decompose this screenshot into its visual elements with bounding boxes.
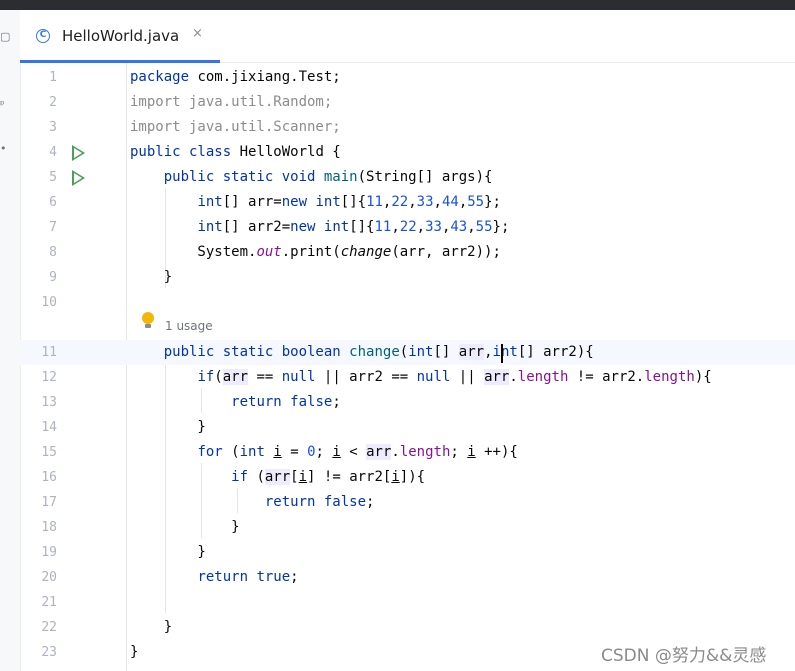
line-number: 20 xyxy=(41,570,57,585)
line-number: 11 xyxy=(41,345,57,360)
line-number: 10 xyxy=(41,295,57,310)
tab-title[interactable]: HelloWorld.java xyxy=(62,27,179,45)
code-line-current[interactable]: 11 public static boolean change(int[] ar… xyxy=(20,340,795,365)
line-number: 9 xyxy=(49,270,57,285)
code-line[interactable]: 1 package com.jixiang.Test; xyxy=(20,65,795,90)
code-line[interactable]: 13 return false; xyxy=(20,390,795,415)
line-number: 23 xyxy=(41,645,57,660)
more-icon[interactable]: • xyxy=(0,142,7,155)
text-caret xyxy=(501,344,503,363)
code-line[interactable]: 10 xyxy=(20,290,795,315)
tab-helloworld-java[interactable]: C HelloWorld.java × xyxy=(20,10,220,63)
watermark: CSDN @努力&&灵感 xyxy=(601,646,767,666)
line-number: 13 xyxy=(41,395,57,410)
code-text: int[] arr2=new int[]{11,22,33,43,55}; xyxy=(197,219,510,235)
line-number: 8 xyxy=(49,245,57,260)
code-line[interactable]: 18 } xyxy=(20,515,795,540)
tool-window-strip: ▢ ᵖ • xyxy=(0,10,21,671)
line-number: 5 xyxy=(49,170,57,185)
run-main-icon[interactable] xyxy=(72,170,85,186)
code-line[interactable]: 19 } xyxy=(20,540,795,565)
code-line[interactable]: 6 int[] arr=new int[]{11,22,33,44,55}; xyxy=(20,190,795,215)
line-number: 17 xyxy=(41,495,57,510)
code-text: import java.util.Random; xyxy=(130,94,333,110)
code-editor[interactable]: 1 package com.jixiang.Test; 2 import jav… xyxy=(20,63,795,671)
code-text: return true; xyxy=(197,569,299,585)
code-text: public static void main(String[] args){ xyxy=(163,169,493,185)
code-line[interactable]: 21 xyxy=(20,590,795,615)
line-number: 6 xyxy=(49,195,57,210)
code-text: int[] arr=new int[]{11,22,33,44,55}; xyxy=(197,194,501,210)
code-text: } xyxy=(130,269,173,285)
lightbulb-icon[interactable] xyxy=(142,312,154,324)
code-text: public class HelloWorld { xyxy=(130,144,341,160)
line-number: 19 xyxy=(41,545,57,560)
code-line[interactable]: 2 import java.util.Random; xyxy=(20,90,795,115)
code-line[interactable]: 7 int[] arr2=new int[]{11,22,33,43,55}; xyxy=(20,215,795,240)
code-text: } xyxy=(130,419,206,435)
line-number: 21 xyxy=(41,595,57,610)
code-line[interactable]: 3 import java.util.Scanner; xyxy=(20,115,795,140)
code-line[interactable]: 12 if(arr == null || arr2 == null || arr… xyxy=(20,365,795,390)
code-line[interactable]: 17 return false; xyxy=(20,490,795,515)
code-line[interactable]: 9 } xyxy=(20,265,795,290)
code-text: package com.jixiang.Test; xyxy=(130,69,341,85)
code-text: } xyxy=(130,544,206,560)
code-text: } xyxy=(130,619,173,635)
code-line[interactable]: 15 for (int i = 0; i < arr.length; i ++)… xyxy=(20,440,795,465)
line-number: 16 xyxy=(41,470,57,485)
line-number: 2 xyxy=(49,95,57,110)
code-text: if(arr == null || arr2 == null || arr.le… xyxy=(197,369,712,385)
line-number: 14 xyxy=(41,420,57,435)
project-icon[interactable]: ▢ xyxy=(0,30,10,43)
line-number: 3 xyxy=(49,120,57,135)
code-text: } xyxy=(130,519,240,535)
structure-icon[interactable]: ᵖ xyxy=(0,98,5,111)
code-line[interactable]: 16 if (arr[i] != arr2[i]){ xyxy=(20,465,795,490)
editor-tab-bar: C HelloWorld.java × xyxy=(20,10,795,63)
code-line[interactable]: 22 } xyxy=(20,615,795,640)
window-top-strip xyxy=(0,0,795,10)
line-number: 7 xyxy=(49,220,57,235)
close-icon[interactable]: × xyxy=(192,26,203,41)
code-text: import java.util.Scanner; xyxy=(130,119,341,135)
code-text: for (int i = 0; i < arr.length; i ++){ xyxy=(197,444,518,460)
line-number: 4 xyxy=(49,145,57,160)
line-number: 18 xyxy=(41,520,57,535)
run-class-icon[interactable] xyxy=(72,145,85,161)
code-line[interactable]: 20 return true; xyxy=(20,565,795,590)
class-icon: C xyxy=(36,29,50,43)
code-line[interactable]: 4 public class HelloWorld { xyxy=(20,140,795,165)
line-number: 1 xyxy=(49,70,57,85)
code-text: if (arr[i] != arr2[i]){ xyxy=(231,469,426,485)
usage-inlay-hint[interactable]: 1 usage xyxy=(165,316,213,336)
code-text: } xyxy=(130,644,139,660)
code-text: public static boolean change(int[] arr,i… xyxy=(163,344,594,360)
code-line[interactable]: 14 } xyxy=(20,415,795,440)
line-number: 15 xyxy=(41,445,57,460)
code-text: System.out.print(change(arr, arr2)); xyxy=(130,244,501,260)
code-line[interactable]: 8 System.out.print(change(arr, arr2)); xyxy=(20,240,795,265)
code-text: return false; xyxy=(231,394,341,410)
line-number: 12 xyxy=(41,370,57,385)
lightbulb-base xyxy=(145,324,151,328)
code-line[interactable]: 5 public static void main(String[] args)… xyxy=(20,165,795,190)
code-text: return false; xyxy=(264,494,375,510)
line-number: 22 xyxy=(41,620,57,635)
